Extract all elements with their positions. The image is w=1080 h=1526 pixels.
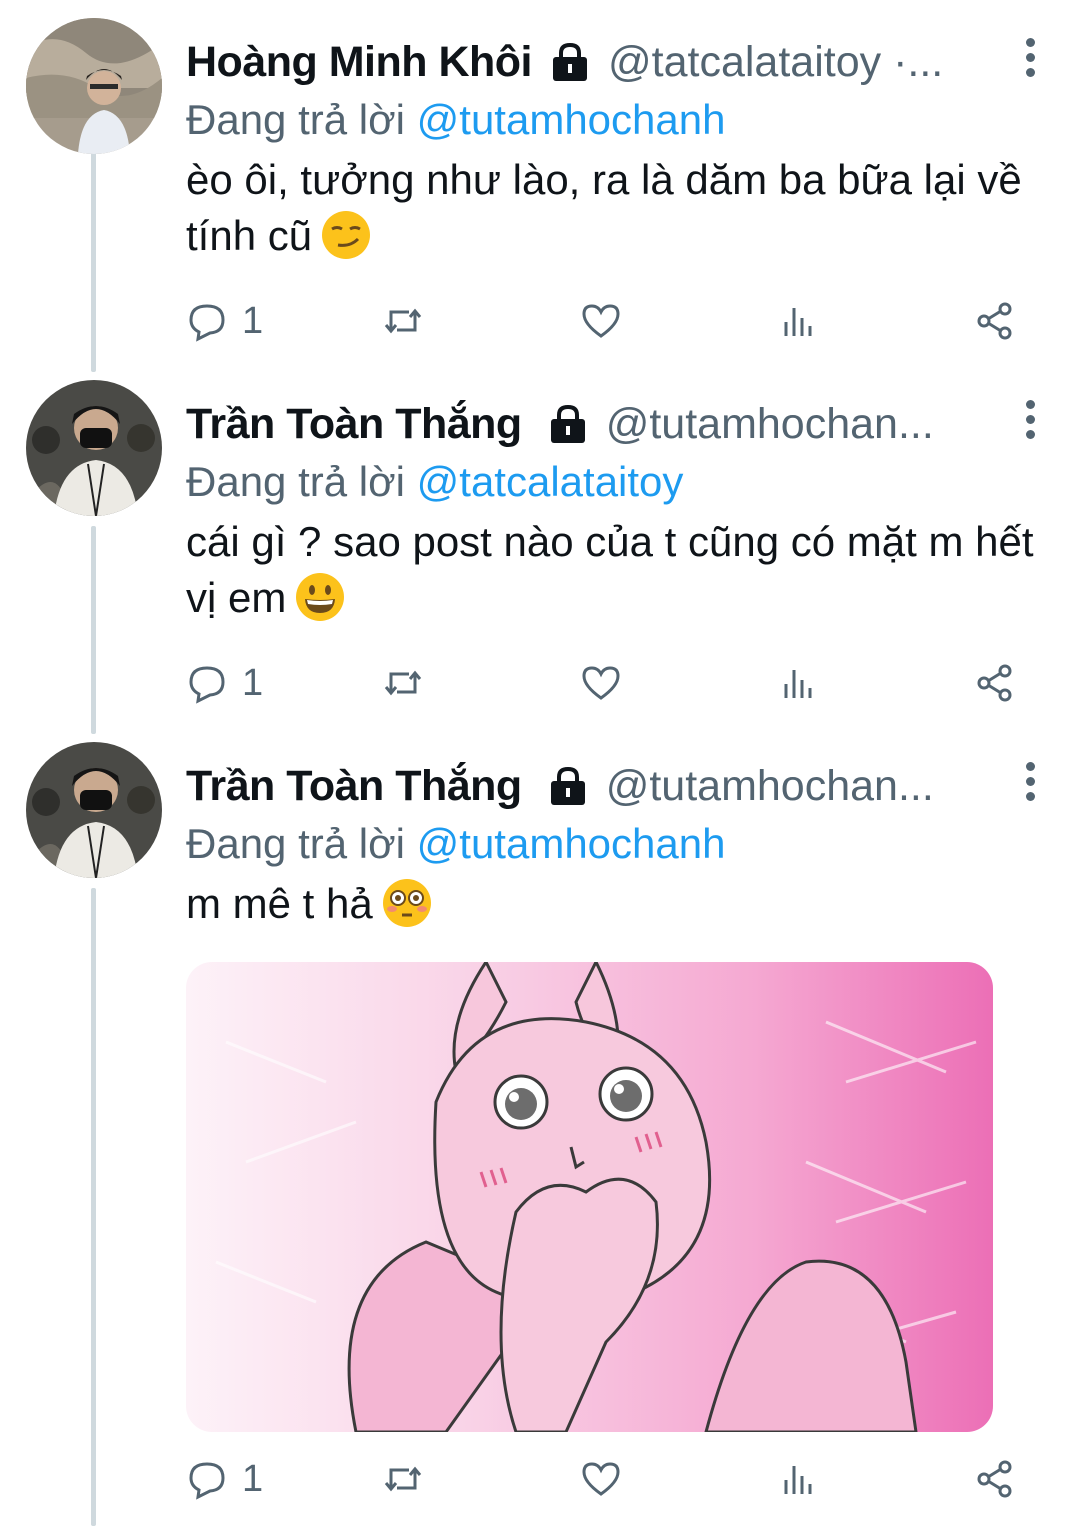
heart-icon xyxy=(582,304,620,338)
avatar[interactable] xyxy=(26,18,162,154)
tweet-text: cái gì ? sao post nào của t cũng có mặt … xyxy=(186,514,1056,627)
retweet-icon xyxy=(384,670,422,696)
user-handle[interactable]: @tutamhochan... xyxy=(606,762,934,811)
lock-icon xyxy=(546,764,590,808)
display-name[interactable]: Trần Toàn Thắng xyxy=(186,400,522,449)
views-icon xyxy=(784,670,812,698)
reply-button[interactable]: 1 xyxy=(186,296,263,346)
lock-icon xyxy=(546,402,590,446)
views-button[interactable] xyxy=(778,658,820,708)
replying-prefix: Đang trả lời xyxy=(186,458,405,505)
views-button[interactable] xyxy=(778,296,820,346)
replying-to: Đang trả lời @tutamhochanh xyxy=(186,820,725,868)
retweet-button[interactable] xyxy=(382,296,424,346)
display-name[interactable]: Trần Toàn Thắng xyxy=(186,762,522,811)
mention-link[interactable]: @tatcalataitoy xyxy=(417,458,684,505)
grin-emoji xyxy=(294,571,346,623)
action-bar: 1 xyxy=(186,296,1026,346)
replying-prefix: Đang trả lời xyxy=(186,96,405,143)
avatar[interactable] xyxy=(26,380,162,516)
tweet-header: Trần Toàn Thắng @tutamhochan... xyxy=(186,394,1010,454)
reply-icon xyxy=(189,666,225,704)
heart-icon xyxy=(582,1462,620,1496)
avatar[interactable] xyxy=(26,742,162,878)
reply-icon xyxy=(189,1462,225,1500)
replying-to: Đang trả lời @tutamhochanh xyxy=(186,96,725,144)
reply-count: 1 xyxy=(242,299,264,342)
more-vertical-icon[interactable] xyxy=(1020,762,1040,806)
retweet-icon xyxy=(384,308,422,334)
share-button[interactable] xyxy=(974,1454,1016,1504)
flushed-emoji xyxy=(381,877,433,929)
display-name[interactable]: Hoàng Minh Khôi xyxy=(186,38,533,87)
tweet-header: Trần Toàn Thắng @tutamhochan... xyxy=(186,756,1010,816)
smirk-emoji xyxy=(320,209,372,261)
reply-icon xyxy=(189,304,225,342)
tweet-text-content: èo ôi, tưởng như lào, ra là dăm ba bữa l… xyxy=(186,156,1022,259)
tweet-text-content: m mê t hả xyxy=(186,880,373,927)
share-icon xyxy=(977,302,1012,340)
like-button[interactable] xyxy=(580,296,622,346)
share-icon xyxy=(977,664,1012,702)
retweet-icon xyxy=(384,1466,422,1492)
reply-button[interactable]: 1 xyxy=(186,658,263,708)
reply-count: 1 xyxy=(242,661,264,704)
reply-count: 1 xyxy=(242,1457,264,1500)
retweet-button[interactable] xyxy=(382,658,424,708)
replying-prefix: Đang trả lời xyxy=(186,820,405,867)
tweet-text: èo ôi, tưởng như lào, ra là dăm ba bữa l… xyxy=(186,152,1056,265)
mention-link[interactable]: @tutamhochanh xyxy=(417,820,726,867)
tweet[interactable]: Hoàng Minh Khôi @tatcalataitoy ·... Đang… xyxy=(0,18,1080,358)
like-button[interactable] xyxy=(580,1454,622,1504)
user-handle[interactable]: @tutamhochan... xyxy=(606,400,934,449)
tweet-header: Hoàng Minh Khôi @tatcalataitoy ·... xyxy=(186,32,1010,92)
action-bar: 1 xyxy=(186,658,1026,708)
views-icon xyxy=(784,1466,812,1494)
views-button[interactable] xyxy=(778,1454,820,1504)
heart-icon xyxy=(582,666,620,700)
tweet-text: m mê t hả xyxy=(186,876,1056,933)
more-vertical-icon[interactable] xyxy=(1020,38,1040,82)
views-icon xyxy=(784,308,812,336)
share-button[interactable] xyxy=(974,296,1016,346)
tweet-media-image[interactable] xyxy=(186,962,993,1432)
replying-to: Đang trả lời @tatcalataitoy xyxy=(186,458,683,506)
lock-icon xyxy=(548,40,592,84)
reply-button[interactable]: 1 xyxy=(186,1454,263,1504)
share-icon xyxy=(977,1460,1012,1498)
share-button[interactable] xyxy=(974,658,1016,708)
user-handle[interactable]: @tatcalataitoy ·... xyxy=(608,38,943,87)
tweet[interactable]: Trần Toàn Thắng @tutamhochan... Đang trả… xyxy=(0,742,1080,1526)
tweet[interactable]: Trần Toàn Thắng @tutamhochan... Đang trả… xyxy=(0,380,1080,720)
retweet-button[interactable] xyxy=(382,1454,424,1504)
more-vertical-icon[interactable] xyxy=(1020,400,1040,444)
like-button[interactable] xyxy=(580,658,622,708)
mention-link[interactable]: @tutamhochanh xyxy=(417,96,726,143)
action-bar: 1 xyxy=(186,1454,1026,1504)
